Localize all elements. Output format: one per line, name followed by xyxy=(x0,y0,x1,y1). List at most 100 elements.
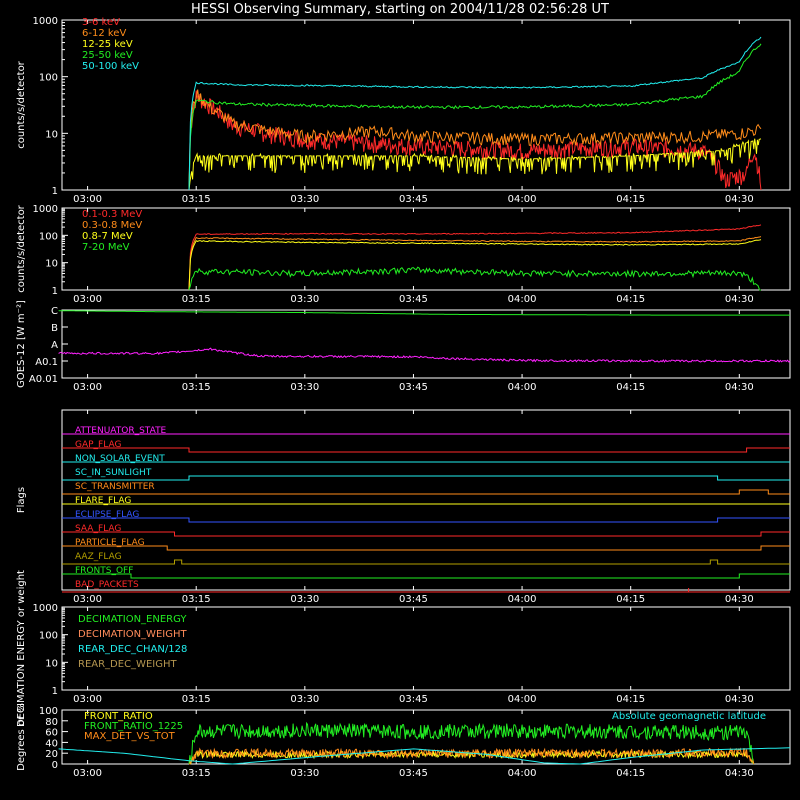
y-tick-label: 1000 xyxy=(33,16,58,27)
x-tick-label: 03:45 xyxy=(399,694,428,705)
x-tick-label: 03:00 xyxy=(73,294,102,305)
panel-4-frame xyxy=(61,409,791,591)
y-tick-label: A0.01 xyxy=(29,374,58,385)
flag-label-9: AAZ_FLAG xyxy=(75,552,122,562)
geomagnetic-latitude-label: Absolute geomagnetic latitude xyxy=(612,711,766,722)
x-tick-label: 04:00 xyxy=(508,768,537,779)
y-tick-label: 100 xyxy=(39,631,58,642)
panel-3-series-0 xyxy=(58,310,790,316)
flag-label-8: PARTICLE_FLAG xyxy=(75,538,145,548)
x-tick-label: 03:30 xyxy=(290,768,319,779)
panel-5-legend-3: REAR_DEC_WEIGHT xyxy=(78,659,177,670)
x-tick-label: 03:45 xyxy=(399,294,428,305)
y-tick-label: A xyxy=(51,340,58,351)
x-tick-label: 03:45 xyxy=(399,382,428,393)
flag-line-6 xyxy=(62,517,790,523)
y-tick-label: 1000 xyxy=(33,204,58,215)
x-tick-label: 04:00 xyxy=(508,694,537,705)
flag-label-11: BAD_PACKETS xyxy=(75,580,139,590)
x-tick-label: 03:00 xyxy=(73,382,102,393)
x-tick-label: 03:00 xyxy=(73,694,102,705)
x-tick-label: 04:15 xyxy=(616,594,645,605)
x-tick-label: 03:00 xyxy=(73,768,102,779)
y-tick-label: 80 xyxy=(45,717,58,728)
y-tick-label: 1 xyxy=(52,686,58,697)
x-tick-label: 03:00 xyxy=(73,594,102,605)
panel-5-legend-2: REAR_DEC_CHAN/128 xyxy=(78,644,187,655)
flag-label-6: ECLIPSE_FLAG xyxy=(75,510,139,520)
panel-5-legend-0: DECIMATION_ENERGY xyxy=(78,614,187,625)
x-tick-label: 04:15 xyxy=(616,382,645,393)
panel-6-series-1 xyxy=(188,721,755,765)
chart-title: HESSI Observing Summary, starting on 200… xyxy=(191,2,609,17)
x-tick-label: 04:15 xyxy=(616,768,645,779)
x-tick-label: 04:00 xyxy=(508,382,537,393)
flag-label-5: FLARE_FLAG xyxy=(75,496,131,506)
flag-line-8 xyxy=(62,545,790,551)
flag-line-10 xyxy=(62,573,790,579)
panel-2-series-3 xyxy=(188,266,761,291)
y-tick-label: 10 xyxy=(45,658,58,669)
flag-label-2: NON_SOLAR_EVENT xyxy=(75,454,165,464)
flag-line-1 xyxy=(62,447,790,453)
x-tick-label: 04:00 xyxy=(508,194,537,205)
x-tick-label: 03:45 xyxy=(399,768,428,779)
x-tick-label: 03:45 xyxy=(399,194,428,205)
y-tick-label: 1 xyxy=(52,286,58,297)
panel-2-legend-3: 7-20 MeV xyxy=(82,242,130,253)
panel-1-legend-1: 6-12 keV xyxy=(82,28,126,39)
x-tick-label: 03:30 xyxy=(290,382,319,393)
flag-label-10: FRONTS_OFF xyxy=(75,566,133,576)
panel-2-frame xyxy=(61,207,791,291)
flag-line-7 xyxy=(62,531,790,537)
flag-label-7: SAA_FLAG xyxy=(75,524,121,534)
y-tick-label: 1 xyxy=(52,186,58,197)
panel-3-series-1 xyxy=(58,347,791,363)
x-tick-label: 04:00 xyxy=(508,294,537,305)
panel-6-series-2 xyxy=(189,747,755,765)
y-tick-label: C xyxy=(51,306,58,317)
panel-1-legend-2: 12-25 keV xyxy=(82,39,133,50)
y-tick-label: 40 xyxy=(45,738,58,749)
y-tick-label: 100 xyxy=(39,706,58,717)
panel-2-legend-2: 0.8-7 MeV xyxy=(82,231,133,242)
flag-label-1: GAP_FLAG xyxy=(75,440,121,450)
hessi-summary-chart: HESSI Observing Summary, starting on 200… xyxy=(16,2,791,779)
x-tick-label: 04:30 xyxy=(725,294,754,305)
y-tick-label: 100 xyxy=(39,73,58,84)
panel-1-legend-3: 25-50 keV xyxy=(82,50,133,61)
x-tick-label: 03:15 xyxy=(182,194,211,205)
x-tick-label: 03:30 xyxy=(290,694,319,705)
y-axis-label: counts/s/detector xyxy=(16,60,27,148)
y-tick-label: 100 xyxy=(39,231,58,242)
flag-line-3 xyxy=(62,475,790,481)
x-tick-label: 04:30 xyxy=(725,194,754,205)
x-tick-label: 03:45 xyxy=(399,594,428,605)
y-tick-label: 60 xyxy=(45,728,58,739)
panel-2-legend-0: 0.1-0.3 MeV xyxy=(82,209,142,220)
x-tick-label: 04:00 xyxy=(508,594,537,605)
x-tick-label: 03:30 xyxy=(290,294,319,305)
x-tick-label: 04:30 xyxy=(725,382,754,393)
panel-5-legend-1: DECIMATION_WEIGHT xyxy=(78,629,187,640)
flag-label-0: ATTENUATOR_STATE xyxy=(75,426,167,436)
flag-label-3: SC_IN_SUNLIGHT xyxy=(75,468,152,478)
panel-1-series-2 xyxy=(188,138,762,191)
panel-1-legend-4: 50-100 keV xyxy=(82,61,139,72)
y-tick-label: 0 xyxy=(52,760,58,771)
x-tick-label: 03:15 xyxy=(182,594,211,605)
x-tick-label: 03:15 xyxy=(182,694,211,705)
x-tick-label: 03:15 xyxy=(182,768,211,779)
flag-label-4: SC_TRANSMITTER xyxy=(75,482,155,492)
panel-2-series-2 xyxy=(188,239,762,291)
y-tick-label: A0.1 xyxy=(35,357,58,368)
y-tick-label: B xyxy=(51,323,58,334)
flag-line-9 xyxy=(62,559,790,565)
flag-line-4 xyxy=(62,489,790,495)
x-tick-label: 04:15 xyxy=(616,194,645,205)
x-tick-label: 03:15 xyxy=(182,382,211,393)
panel-2-series-0 xyxy=(188,224,762,291)
x-tick-label: 03:15 xyxy=(182,294,211,305)
x-tick-label: 03:30 xyxy=(290,194,319,205)
panel-6-legend-2: MAX_DET_VS_TOT xyxy=(84,731,176,742)
